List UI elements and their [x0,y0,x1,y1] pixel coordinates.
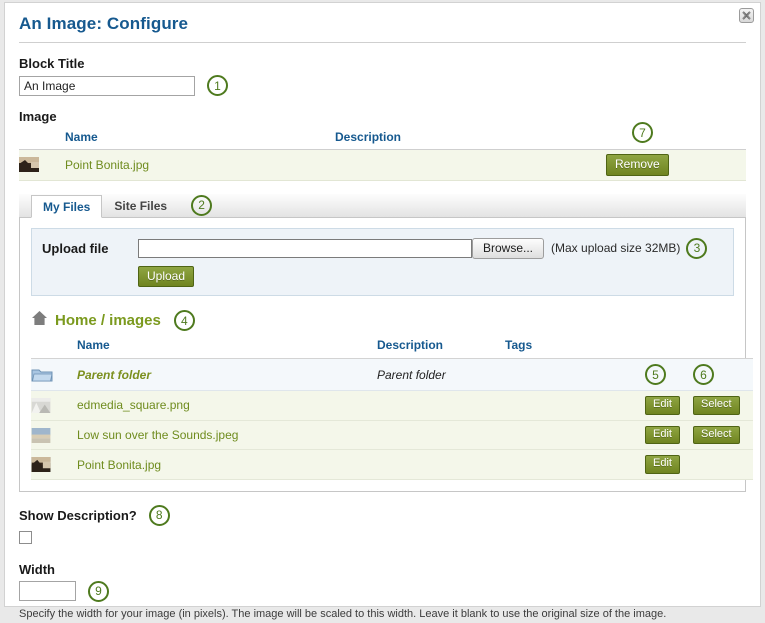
file-col-icon [31,337,77,360]
parent-folder-select-cell: 6 [693,358,753,392]
configure-dialog: An Image: Configure Block Title 1 Image … [4,2,761,620]
folder-icon [31,367,77,383]
file-tags-cell [505,449,645,480]
file-description-cell [377,420,505,451]
callout-6: 6 [693,364,714,386]
parent-folder-tags-cell [505,358,645,392]
callout-8: 8 [148,504,170,526]
file-source-tabs: My Files Site Files 2 [19,193,746,218]
file-description-cell [377,449,505,480]
edit-button[interactable]: Edit [645,396,680,415]
edit-button[interactable]: Edit [645,425,680,445]
selected-image-link[interactable]: Point Bonita.jpg [65,158,149,172]
file-icon-cell [31,449,77,480]
file-icon-cell [31,390,77,421]
image-col-thumb [19,128,65,150]
file-icon-cell [31,420,77,451]
tab-my-files[interactable]: My Files [31,194,103,218]
file-link[interactable]: Point Bonita.jpg [77,458,161,472]
table-row: Point Bonita.jpg Edit [31,449,753,480]
selected-image-thumb-cell [19,149,65,181]
edit-button[interactable]: Edit [645,455,680,474]
file-col-edit [645,337,693,360]
parent-folder-edit-cell: 5 [645,358,693,392]
max-upload-size-note: (Max upload size 32MB) [551,241,681,256]
file-tags-cell [505,420,645,451]
parent-folder-icon-cell [31,358,77,392]
callout-5: 5 [645,364,666,386]
image-col-description: Description [335,128,606,150]
browse-button[interactable]: Browse... [472,237,545,259]
title-divider [19,42,746,43]
width-label: Width [19,561,55,577]
table-row: edmedia_square.png Edit Select [31,390,753,421]
tab-site-files[interactable]: Site Files [102,194,179,217]
image-col-name: Name [65,128,335,150]
file-col-select [693,337,753,360]
screenshot-root: An Image: Configure Block Title 1 Image … [0,0,765,623]
breadcrumb: Home / images 4 [31,310,734,332]
parent-folder-name-cell: Parent folder [77,358,377,392]
low-sun-thumbnail [31,427,77,443]
selected-image-name-cell: Point Bonita.jpg [65,149,335,181]
parent-folder-link[interactable]: Parent folder [77,368,151,382]
block-title-label: Block Title [19,56,85,71]
callout-7: 7 [632,122,653,143]
select-button[interactable]: Select [693,425,740,445]
file-link[interactable]: edmedia_square.png [77,398,190,412]
callout-3: 3 [686,237,708,259]
file-select-cell [693,449,753,480]
remove-image-button[interactable]: Remove [606,154,669,176]
point-bonita-thumbnail [19,157,65,173]
block-title-input[interactable] [19,75,195,96]
file-name-cell: edmedia_square.png [77,390,377,421]
file-col-description: Description [377,337,505,360]
file-tags-cell [505,390,645,421]
width-input[interactable] [19,581,76,602]
file-col-tags: Tags [505,337,645,360]
page-title: An Image: Configure [19,14,189,33]
file-edit-cell: Edit [645,449,693,480]
file-col-name: Name [77,337,377,360]
file-select-cell: Select [693,420,753,451]
file-edit-cell: Edit [645,420,693,451]
table-row[interactable]: Parent folder Parent folder 5 6 [31,358,753,392]
upload-file-input[interactable] [138,238,472,258]
callout-1: 1 [207,75,228,96]
point-bonita-thumbnail [31,457,77,473]
file-select-cell: Select [693,390,753,421]
table-header-row: Name Description Tags [31,337,753,360]
file-name-cell: Point Bonita.jpg [77,449,377,480]
selected-image-actions-cell: Remove [606,149,746,181]
file-name-cell: Low sun over the Sounds.jpeg [77,420,377,451]
file-edit-cell: Edit [645,390,693,421]
image-col-actions [606,128,746,150]
callout-2: 2 [191,194,213,216]
show-description-checkbox[interactable] [19,530,32,544]
file-browser-panel: Upload file Browse... (Max upload size 3… [19,217,753,492]
breadcrumb-path[interactable]: Home / images [55,312,161,329]
show-description-label: Show Description? [19,507,137,523]
parent-folder-description-cell: Parent folder [377,358,505,392]
table-row: Point Bonita.jpg Remove [19,149,746,181]
close-icon[interactable] [739,8,754,23]
upload-button[interactable]: Upload [138,265,195,288]
callout-9: 9 [88,580,109,602]
home-icon[interactable] [31,310,48,331]
select-button[interactable]: Select [693,396,740,415]
file-description-cell [377,390,505,421]
upload-file-label: Upload file [42,240,109,256]
file-link[interactable]: Low sun over the Sounds.jpeg [77,428,238,442]
callout-4: 4 [173,310,195,332]
selected-image-description-cell [335,149,606,181]
table-row: Low sun over the Sounds.jpeg Edit Select [31,420,753,451]
width-help-text: Specify the width for your image (in pix… [19,607,667,620]
upload-area: Upload file Browse... (Max upload size 3… [31,227,734,297]
file-list-table: Name Description Tags Parent folder Pare… [31,337,753,480]
edmedia-square-thumbnail [31,397,77,413]
